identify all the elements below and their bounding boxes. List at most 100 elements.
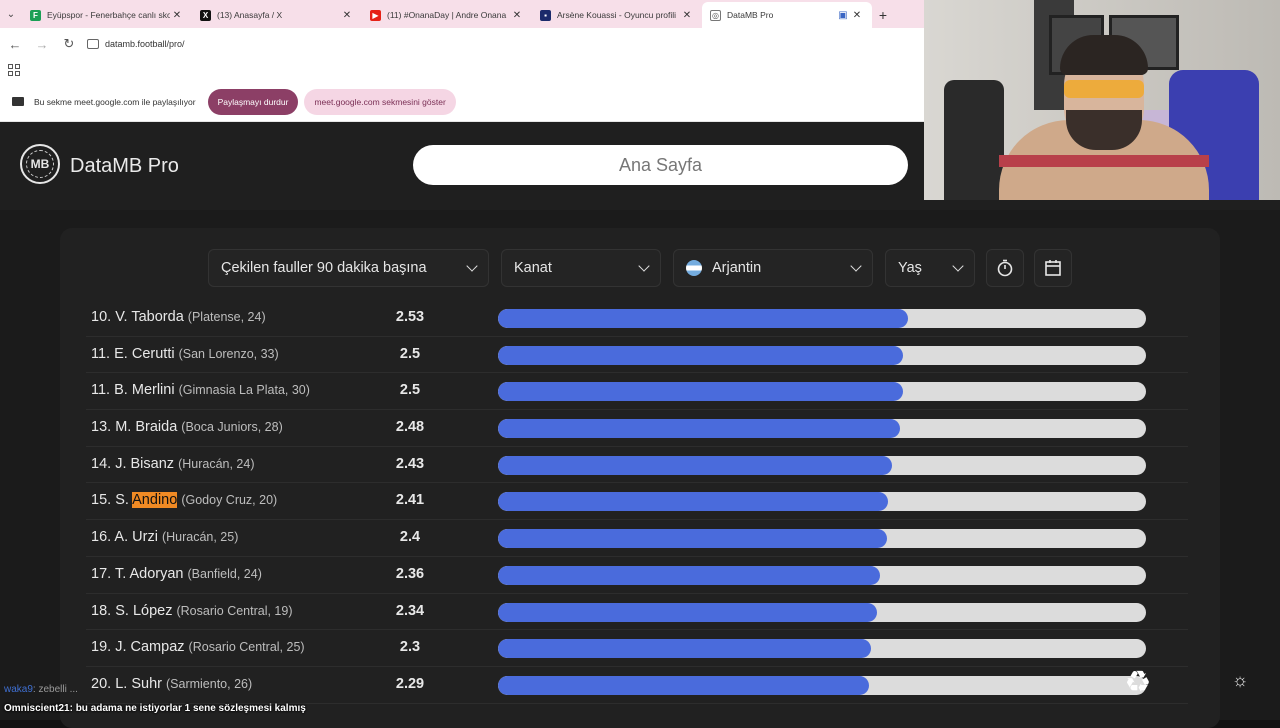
value-bar-track: [498, 602, 1146, 622]
value-bar-fill: [498, 529, 887, 549]
sun-icon: ☼: [1231, 669, 1249, 690]
browser-tab[interactable]: X (13) Anasayfa / X ✕: [192, 2, 362, 28]
brand-name[interactable]: DataMB Pro: [70, 155, 179, 178]
value-bar-track: [498, 382, 1146, 402]
value-bar-fill: [498, 345, 903, 365]
player-name: 14. J. Bisanz (Huracán, 24): [91, 456, 255, 472]
age-dropdown-value: Yaş: [898, 260, 922, 276]
value-bar-track: [498, 455, 1146, 475]
close-tab-icon[interactable]: ✕: [170, 10, 184, 21]
value-bar-track: [498, 639, 1146, 659]
initial-label: M.: [115, 419, 132, 436]
close-tab-icon[interactable]: ✕: [510, 10, 524, 21]
player-row[interactable]: 17. T. Adoryan (Banfield, 24) 2.36: [86, 557, 1188, 594]
initial-label: T.: [114, 565, 127, 582]
close-tab-icon[interactable]: ✕: [340, 10, 354, 21]
back-button[interactable]: ←: [3, 32, 27, 56]
rank-label: 10.: [91, 309, 112, 325]
metric-value: 2.48: [395, 419, 425, 436]
theme-toggle-button[interactable]: ☼: [1224, 664, 1256, 696]
player-row[interactable]: 11. E. Cerutti (San Lorenzo, 33) 2.5: [86, 337, 1188, 374]
tab-title: DataMB Pro: [727, 10, 774, 20]
ranking-list: 10. V. Taborda (Platense, 24) 2.53 11. E. …: [86, 300, 1188, 704]
country-dropdown-value: Arjantin: [712, 260, 762, 276]
browser-tab[interactable]: F Eyüpspor - Fenerbahçe canlı skor ✕: [22, 2, 192, 28]
metric-value: 2.36: [395, 565, 425, 582]
metric-value: 2.29: [395, 675, 425, 692]
player-row[interactable]: 14. J. Bisanz (Huracán, 24) 2.43: [86, 447, 1188, 484]
value-bar-fill: [498, 419, 900, 439]
chevron-down-icon: ⌄: [6, 8, 16, 20]
country-dropdown[interactable]: Arjantin: [673, 249, 873, 287]
player-row[interactable]: 11. B. Merlini (Gimnasia La Plata, 30) 2.…: [86, 373, 1188, 411]
stop-sharing-button[interactable]: Paylaşmayı durdur: [207, 88, 299, 115]
value-bar-fill: [498, 602, 878, 622]
age-dropdown[interactable]: Yaş: [885, 249, 975, 287]
chevron-down-icon: [638, 260, 650, 272]
close-tab-icon[interactable]: ✕: [850, 10, 864, 21]
metric-value: 2.4: [399, 529, 421, 546]
value-bar-track: [498, 675, 1146, 695]
player-row[interactable]: 16. A. Urzi (Huracán, 25) 2.4: [86, 520, 1188, 557]
player-row[interactable]: 19. J. Campaz (Rosario Central, 25) 2.3: [86, 630, 1188, 667]
player-row[interactable]: 15. S. Andino (Godoy Cruz, 20) 2.41: [86, 483, 1188, 521]
apps-grid-icon[interactable]: [8, 64, 20, 76]
browser-tab[interactable]: ▪ Arsène Kouassi - Oyuncu profili ✕: [532, 2, 702, 28]
rank-label: 11.: [91, 345, 111, 362]
metric-value: 2.3: [399, 639, 421, 656]
season-filter-button[interactable]: [1034, 249, 1072, 287]
club-label: (Boca Juniors, 28): [181, 420, 283, 435]
player-row[interactable]: 20. L. Suhr (Sarmiento, 26) 2.29: [86, 667, 1188, 704]
tab-title: Arsène Kouassi - Oyuncu profili: [557, 10, 677, 20]
chat-text: : bu adama ne istiyorlar 1 sene sözleşme…: [69, 703, 306, 714]
initial-label: L.: [115, 675, 128, 692]
chat-message: waka9: zebelli ...: [4, 684, 78, 695]
recycle-icon: ♻: [1124, 666, 1152, 699]
forward-button[interactable]: →: [30, 32, 54, 56]
minutes-filter-button[interactable]: [986, 249, 1024, 287]
player-row[interactable]: 18. S. López (Rosario Central, 19) 2.34: [86, 594, 1188, 631]
plus-icon: +: [878, 7, 888, 23]
initial-label: E.: [114, 345, 128, 362]
club-label: (Banfield, 24): [187, 566, 262, 581]
metric-value: 2.5: [399, 382, 421, 399]
x-logo-icon: X: [200, 9, 211, 21]
position-dropdown-value: Kanat: [514, 260, 552, 276]
browser-tab[interactable]: ▶ (11) #OnanaDay | Andre Onana ✕: [362, 2, 532, 28]
player-row[interactable]: 13. M. Braida (Boca Juniors, 28) 2.48: [86, 410, 1188, 447]
initial-label: J.: [115, 639, 127, 656]
surname-label: Urzi: [132, 529, 158, 546]
home-nav-button[interactable]: Ana Sayfa: [413, 145, 908, 185]
show-meet-tab-button[interactable]: meet.google.com sekmesini göster: [304, 88, 456, 115]
player-name: 11. E. Cerutti (San Lorenzo, 33): [91, 346, 279, 362]
datamb-logo[interactable]: MB: [20, 144, 60, 184]
value-bar-track: [498, 529, 1146, 549]
value-bar-fill: [498, 492, 889, 512]
site-info-icon[interactable]: [87, 39, 99, 49]
metric-value: 2.41: [395, 492, 425, 509]
tab-search-button[interactable]: ⌄: [0, 0, 22, 28]
surname-label: Bisanz: [130, 455, 175, 472]
position-dropdown[interactable]: Kanat: [501, 249, 661, 287]
player-name: 13. M. Braida (Boca Juniors, 28): [91, 419, 283, 435]
player-name: 10. V. Taborda (Platense, 24): [91, 309, 266, 325]
calendar-icon: [1045, 260, 1061, 276]
chat-message: Omniscient21: bu adama ne istiyorlar 1 s…: [4, 703, 306, 714]
reload-button[interactable]: ↻: [57, 32, 81, 56]
player-name: 18. S. López (Rosario Central, 19): [91, 603, 293, 619]
browser-tab-active[interactable]: ◎ DataMB Pro ▣ ✕: [702, 2, 872, 28]
player-name: 19. J. Campaz (Rosario Central, 25): [91, 639, 305, 655]
value-bar-track: [498, 419, 1146, 439]
url-field[interactable]: datamb.football/pro/: [87, 32, 185, 56]
new-tab-button[interactable]: +: [872, 2, 894, 28]
surname-label: Braida: [135, 419, 178, 436]
close-tab-icon[interactable]: ✕: [680, 10, 694, 21]
surname-label: Andino: [132, 492, 178, 509]
screen-share-icon: ▣: [838, 9, 848, 21]
sharing-notice: Bu sekme meet.google.com ile paylaşılıyo…: [34, 96, 196, 107]
value-bar-fill: [498, 455, 892, 475]
player-row[interactable]: 10. V. Taborda (Platense, 24) 2.53: [86, 300, 1188, 337]
player-name: 20. L. Suhr (Sarmiento, 26): [91, 676, 252, 692]
rank-label: 19.: [91, 639, 112, 656]
metric-dropdown[interactable]: Çekilen fauller 90 dakika başına: [208, 249, 489, 287]
